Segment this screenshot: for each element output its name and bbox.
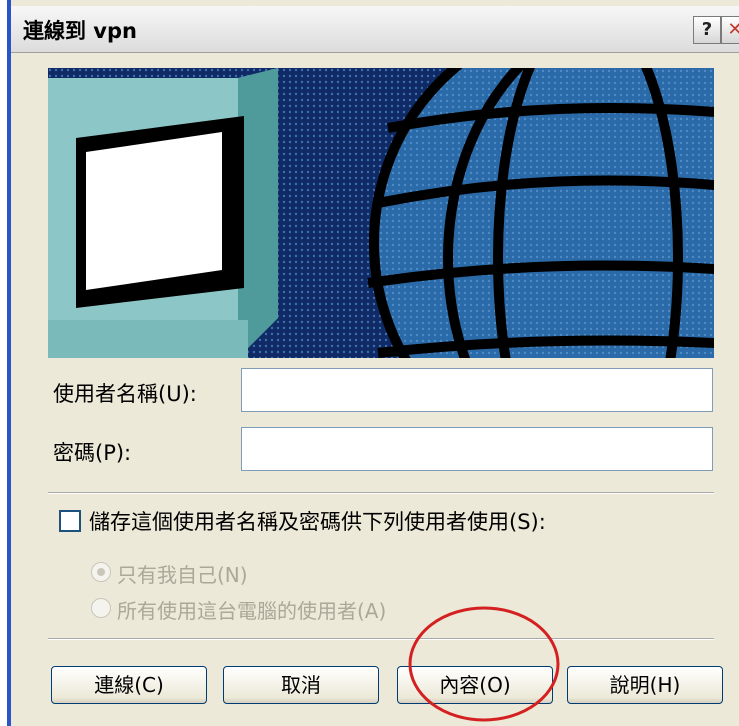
password-label: 密碼(P): — [53, 441, 132, 465]
cancel-button[interactable]: 取消 — [223, 666, 379, 704]
window-title: 連線到 vpn — [23, 19, 137, 43]
radio-all-users[interactable] — [91, 598, 111, 618]
connect-button[interactable]: 連線(C) — [51, 666, 207, 704]
username-label: 使用者名稱(U): — [53, 382, 197, 406]
radio-selected-dot — [97, 568, 105, 576]
radio-all-users-label[interactable]: 所有使用這台電腦的使用者(A) — [117, 595, 386, 624]
help-button[interactable]: 說明(H) — [567, 666, 723, 704]
save-credentials-label[interactable]: 儲存這個使用者名稱及密碼供下列使用者使用(S): — [89, 506, 546, 536]
title-bar[interactable]: 連線到 vpn ? ✕ — [11, 6, 739, 53]
properties-button[interactable]: 內容(O) — [397, 666, 553, 704]
save-credentials-checkbox[interactable] — [59, 510, 81, 532]
connect-dialog: 連線到 vpn ? ✕ 使用者名稱(U): 密碼(P): 儲存這個使用者名稱及密… — [11, 0, 739, 726]
globe-icon — [367, 68, 714, 358]
annotation-circle — [408, 606, 560, 722]
banner-illustration — [48, 68, 714, 358]
separator — [48, 492, 714, 494]
monitor-icon — [48, 68, 278, 358]
radio-only-me[interactable] — [91, 562, 111, 582]
close-icon[interactable]: ✕ — [721, 16, 739, 44]
password-input[interactable] — [241, 427, 713, 471]
help-icon[interactable]: ? — [693, 16, 721, 44]
separator — [48, 638, 714, 640]
radio-only-me-label[interactable]: 只有我自己(N) — [117, 559, 248, 588]
username-input[interactable] — [241, 368, 713, 412]
